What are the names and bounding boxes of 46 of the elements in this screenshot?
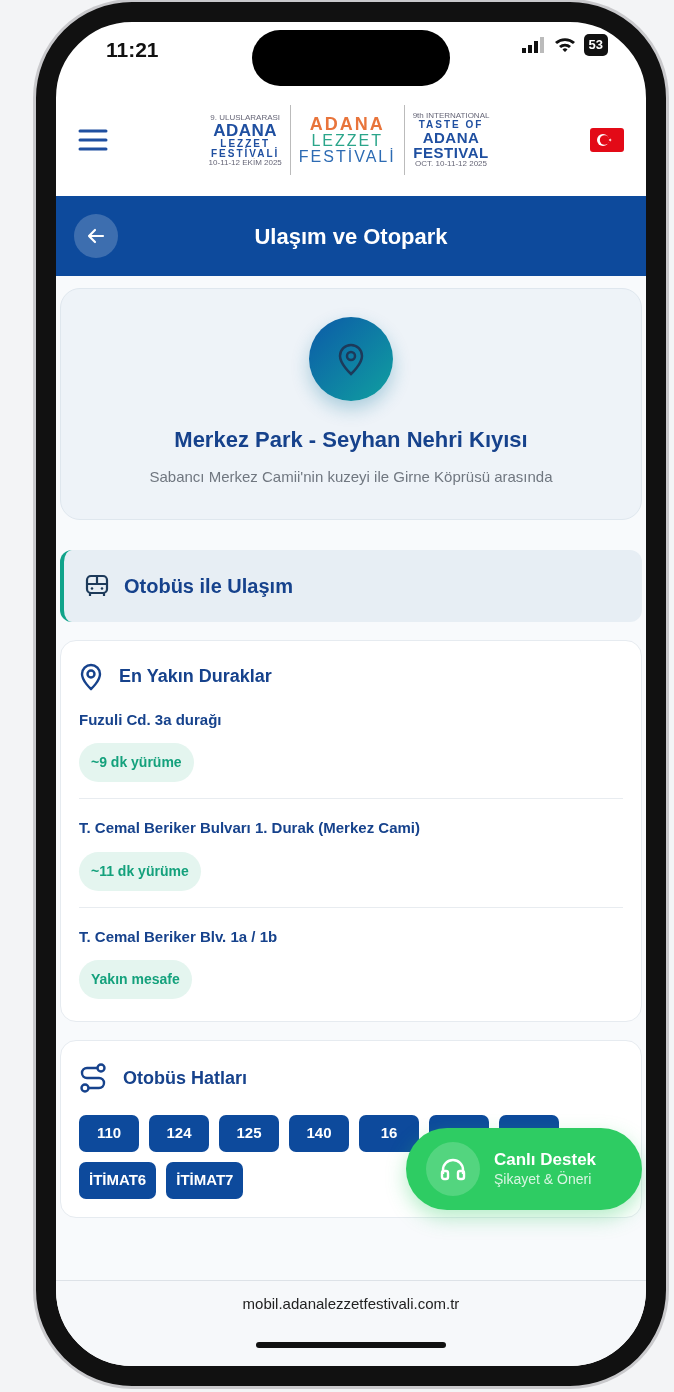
logo-text: FESTİVALİ bbox=[298, 149, 396, 165]
walking-time-badge: Yakın mesafe bbox=[79, 960, 192, 999]
logo-text: OCT. 10-11-12 2025 bbox=[415, 160, 487, 168]
logo-text: TASTE OF bbox=[418, 120, 484, 130]
bus-line-tag[interactable]: 125 bbox=[219, 1115, 279, 1152]
battery-level: 53 bbox=[583, 34, 608, 56]
walking-time-badge: ~9 dk yürüme bbox=[79, 743, 194, 782]
back-button[interactable] bbox=[74, 214, 118, 258]
map-pin-icon bbox=[309, 317, 393, 401]
logo-text: 9. ULUSLARARASI bbox=[210, 113, 281, 122]
status-time: 11:21 bbox=[106, 37, 159, 63]
language-flag-button[interactable] bbox=[590, 127, 624, 153]
signal-icon bbox=[521, 36, 546, 53]
wifi-icon bbox=[553, 36, 576, 53]
location-icon bbox=[79, 662, 103, 691]
logo-text: LEZZET bbox=[220, 138, 271, 149]
page-title: Ulaşım ve Otopark bbox=[253, 222, 449, 251]
logo-text: ADANA bbox=[213, 121, 278, 139]
location-description: Sabancı Merkez Camii'nin kuzeyi ile Girne Köprüsü arasında bbox=[148, 467, 554, 487]
section-title: Otobüs ile Ulaşım bbox=[124, 573, 293, 599]
menu-button[interactable] bbox=[78, 127, 108, 153]
logo-text: FESTIVAL bbox=[413, 145, 489, 160]
route-icon bbox=[79, 1063, 107, 1093]
url-text: mobil.adanalezzetfestivali.com.tr bbox=[242, 1294, 460, 1314]
location-name: Merkez Park - Seyhan Nehri Kıyısı bbox=[173, 426, 529, 454]
logo-text: LEZZET bbox=[311, 133, 383, 149]
logo-text: 10-11-12 EKİM 2025 bbox=[208, 158, 282, 167]
logo-text: FESTİVALİ bbox=[211, 148, 280, 159]
logo-text: 9th INTERNATIONAL bbox=[412, 112, 490, 120]
walking-time-badge: ~11 dk yürüme bbox=[79, 851, 201, 891]
stop-name: T. Cemal Beriker Blv. 1a / 1b bbox=[79, 926, 279, 947]
logo-text: ADANA bbox=[422, 130, 480, 145]
bus-icon bbox=[84, 572, 110, 599]
bus-line-tag[interactable]: İTİMAT6 bbox=[79, 1162, 157, 1199]
stop-name: T. Cemal Beriker Bulvarı 1. Durak (Merkez Cami) bbox=[79, 818, 421, 838]
headphones-icon bbox=[440, 1157, 466, 1181]
card-title: Otobüs Hatları bbox=[123, 1066, 247, 1090]
bus-line-tag[interactable]: İTİMAT7 bbox=[166, 1162, 244, 1199]
card-title: En Yakın Duraklar bbox=[119, 665, 272, 688]
bus-line-tag[interactable]: 110 bbox=[79, 1115, 139, 1152]
back-arrow-icon bbox=[87, 228, 105, 244]
bus-line-tag[interactable]: 16 bbox=[359, 1115, 419, 1152]
bus-line-tag[interactable]: 140 bbox=[289, 1115, 349, 1152]
stop-name: Fuzuli Cd. 3a durağı bbox=[79, 709, 223, 730]
bus-line-tag[interactable]: 124 bbox=[149, 1115, 209, 1152]
logo-text: ADANA bbox=[309, 115, 385, 133]
